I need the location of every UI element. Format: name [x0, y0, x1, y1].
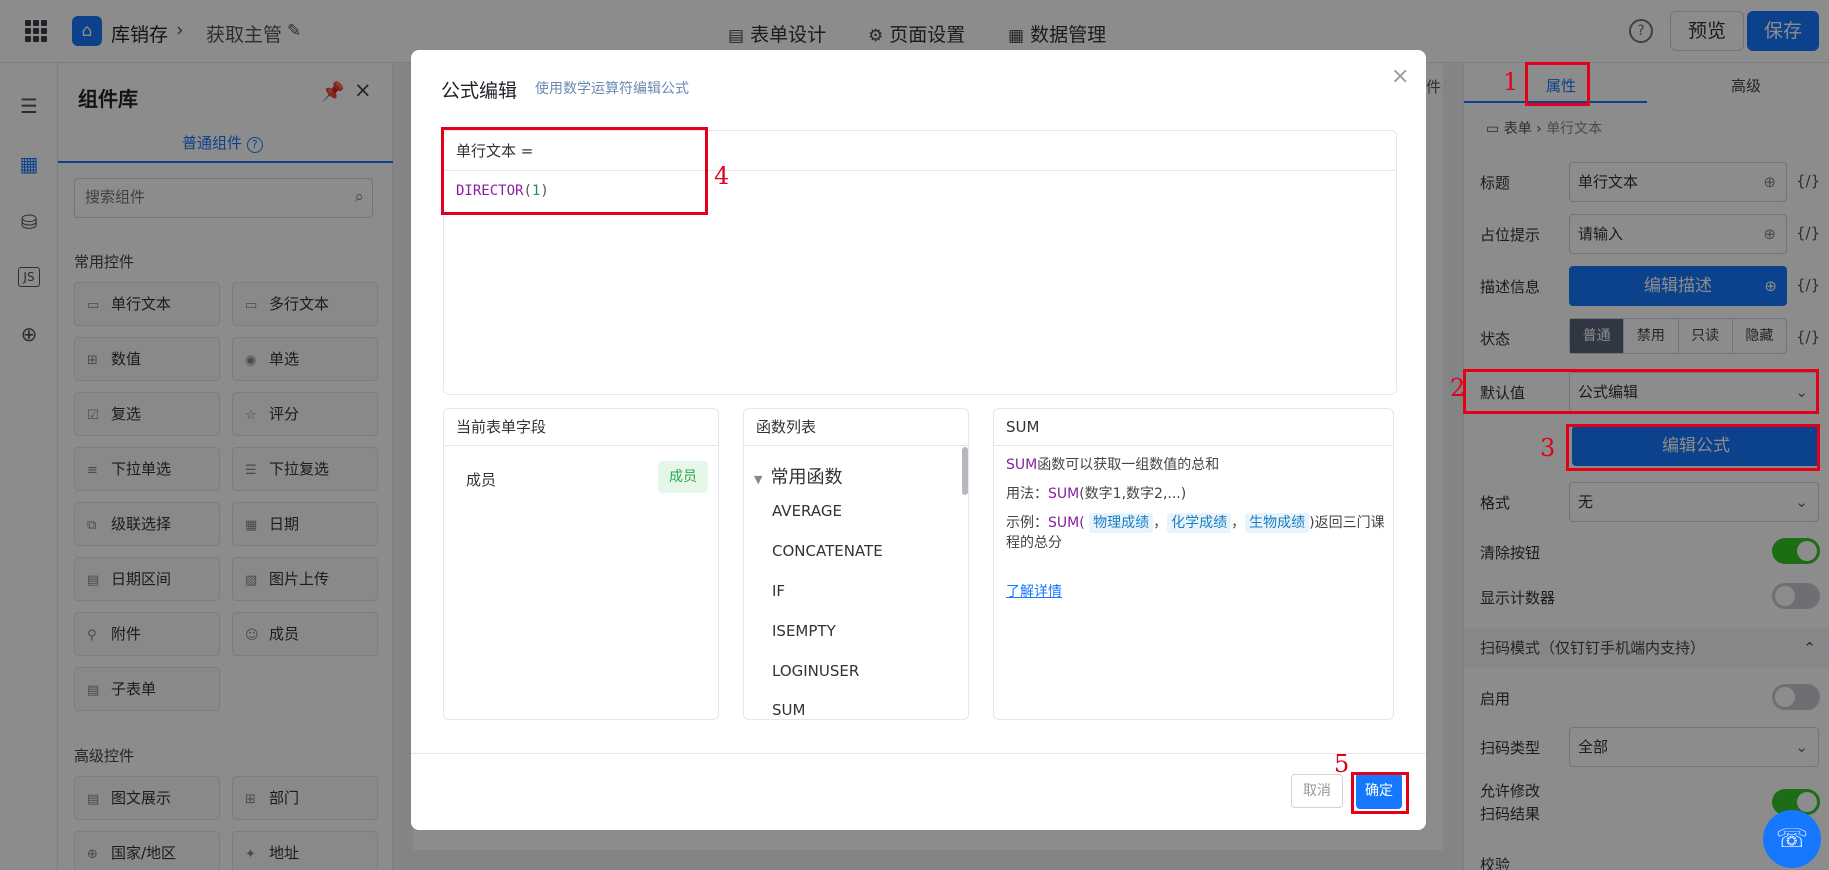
close-icon[interactable]: × [1391, 64, 1409, 89]
func-isempty[interactable]: ISEMPTY [772, 622, 836, 640]
function-list-panel: 函数列表 ▼ 常用函数 AVERAGE CONCATENATE IF ISEMPT… [743, 408, 969, 720]
doc-example: 示例：SUM( 物理成绩，化学成绩，生物成绩)返回三门课程的总分 [1006, 513, 1385, 551]
func-concatenate[interactable]: CONCATENATE [772, 542, 883, 560]
field-member[interactable]: 成员 [466, 469, 496, 490]
dialog-title: 公式编辑 [441, 80, 518, 102]
func-average[interactable]: AVERAGE [772, 502, 842, 520]
functions-title: 函数列表 [744, 409, 968, 446]
field-type-badge: 成员 [658, 461, 708, 493]
annotation-number-1: 1 [1503, 68, 1519, 96]
doc-title: SUM [994, 409, 1393, 446]
annotation-box-2 [1463, 369, 1819, 414]
annotation-box-4 [441, 127, 708, 215]
form-fields-panel: 当前表单字段 成员 成员 [443, 408, 719, 720]
annotation-number-5: 5 [1334, 750, 1350, 778]
scrollbar[interactable] [962, 447, 968, 495]
fields-title: 当前表单字段 [444, 409, 718, 446]
func-sum[interactable]: SUM [772, 701, 805, 719]
learn-more-link[interactable]: 了解详情 [1006, 581, 1062, 601]
function-group-common[interactable]: ▼ 常用函数 [754, 463, 842, 489]
annotation-number-3: 3 [1540, 434, 1556, 462]
cancel-button[interactable]: 取消 [1291, 774, 1343, 808]
chat-support-icon[interactable]: ☏ [1763, 810, 1821, 868]
annotation-box-3 [1566, 424, 1820, 471]
annotation-number-4: 4 [714, 162, 730, 190]
doc-description: SUM函数可以获取一组数值的总和 [1006, 457, 1220, 473]
caret-down-icon: ▼ [754, 473, 763, 486]
annotation-box-1 [1525, 62, 1590, 106]
func-if[interactable]: IF [772, 582, 785, 600]
function-doc-panel: SUM SUM函数可以获取一组数值的总和 用法：SUM(数字1,数字2,...)… [993, 408, 1394, 720]
func-loginuser[interactable]: LOGINUSER [772, 662, 859, 680]
dialog-footer-divider [411, 753, 1426, 754]
dialog-subtitle: 使用数学运算符编辑公式 [535, 81, 689, 97]
doc-usage: 用法：SUM(数字1,数字2,...) [1006, 486, 1187, 502]
annotation-box-5 [1351, 772, 1409, 814]
annotation-number-2: 2 [1450, 374, 1466, 402]
